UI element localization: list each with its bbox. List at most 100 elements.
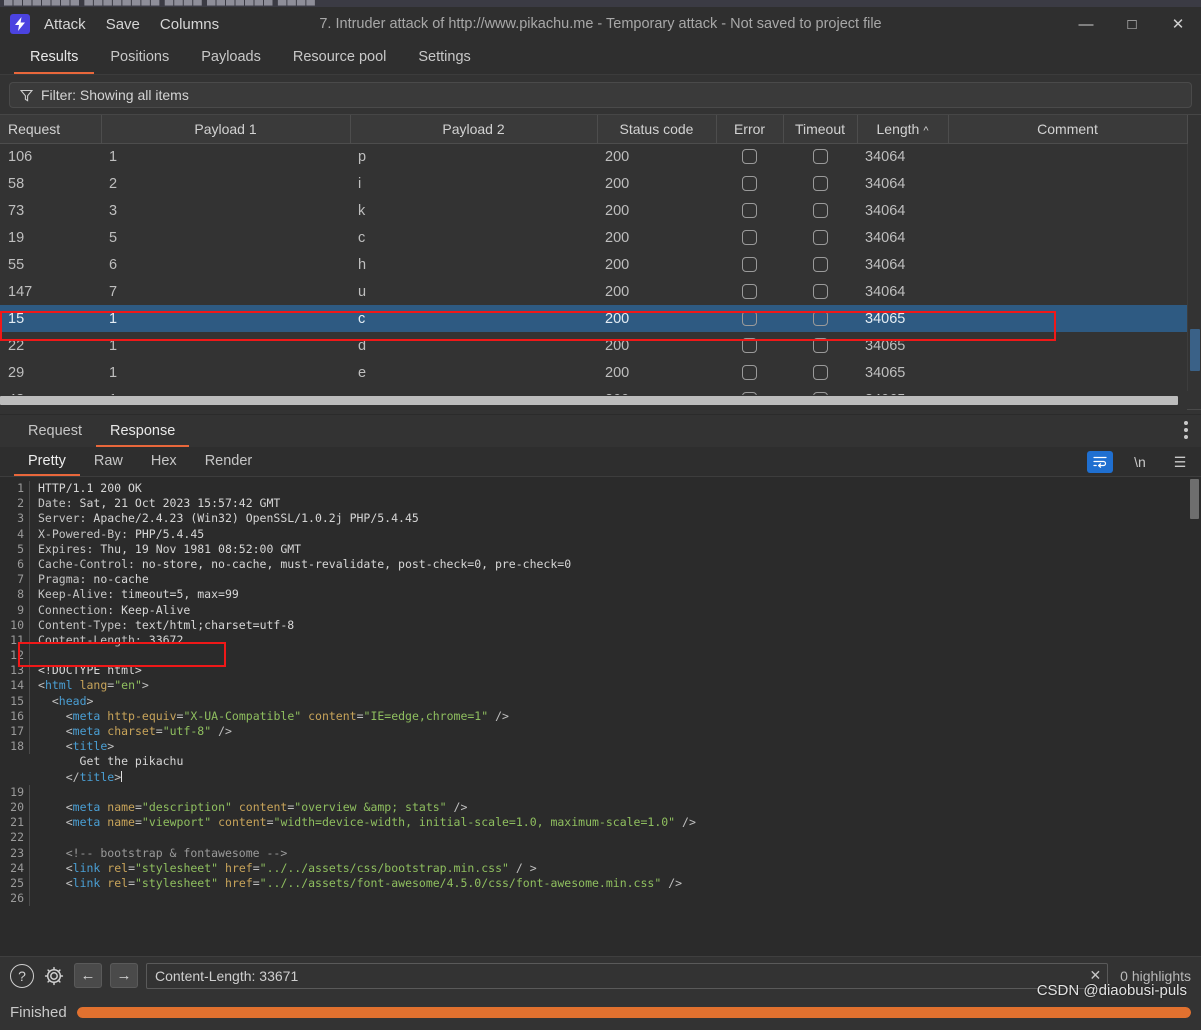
error-checkbox[interactable] bbox=[742, 203, 757, 218]
error-checkbox[interactable] bbox=[742, 311, 757, 326]
close-button[interactable]: ✕ bbox=[1155, 7, 1201, 41]
timeout-checkbox[interactable] bbox=[812, 365, 828, 380]
cell-comment[interactable] bbox=[948, 305, 1187, 332]
cell-comment[interactable] bbox=[948, 143, 1187, 170]
code-line: 4 X-Powered-By: PHP/5.4.45 bbox=[0, 526, 1201, 542]
cell-status-code: 200 bbox=[605, 148, 630, 165]
cell-comment[interactable] bbox=[948, 251, 1187, 278]
col-header-payload-1[interactable]: Payload 1 bbox=[101, 115, 351, 144]
results-horizontal-scrollbar[interactable] bbox=[0, 395, 1201, 407]
tab-render[interactable]: Render bbox=[191, 450, 267, 476]
gear-icon[interactable] bbox=[42, 964, 66, 988]
col-header-request[interactable]: Request bbox=[0, 115, 102, 144]
cell-comment[interactable] bbox=[948, 224, 1187, 251]
cell-timeout bbox=[783, 143, 857, 170]
code-line: 24 <link rel="stylesheet" href="../../as… bbox=[0, 860, 1201, 876]
table-row[interactable]: 22 1 d 200 34065 bbox=[0, 332, 1187, 359]
results-vertical-scrollbar[interactable] bbox=[1187, 144, 1201, 391]
table-row[interactable]: 73 3 k 200 34064 bbox=[0, 197, 1187, 224]
tab-hex[interactable]: Hex bbox=[137, 450, 191, 476]
table-row[interactable]: 147 7 u 200 34064 bbox=[0, 278, 1187, 305]
menu-columns[interactable]: Columns bbox=[160, 16, 219, 33]
cell-error bbox=[716, 143, 783, 170]
tab-resource-pool[interactable]: Resource pool bbox=[277, 45, 403, 74]
table-row[interactable]: 58 2 i 200 34064 bbox=[0, 170, 1187, 197]
col-header-length[interactable]: Length ^ bbox=[857, 115, 949, 144]
cell-timeout bbox=[783, 224, 857, 251]
results-horizontal-scroll-thumb[interactable] bbox=[0, 396, 1178, 405]
cell-comment[interactable] bbox=[948, 359, 1187, 386]
timeout-checkbox[interactable] bbox=[812, 149, 828, 165]
error-checkbox[interactable] bbox=[742, 365, 757, 380]
error-checkbox[interactable] bbox=[742, 257, 757, 272]
response-viewer[interactable]: 1 HTTP/1.1 200 OK 2 Date: Sat, 21 Oct 2023 … bbox=[0, 477, 1201, 956]
timeout-checkbox[interactable] bbox=[812, 257, 828, 272]
table-row[interactable]: 106 1 p 200 34064 bbox=[0, 143, 1187, 170]
col-header-status-code[interactable]: Status code bbox=[597, 115, 717, 144]
cell-request: 22 bbox=[8, 337, 25, 354]
response-vertical-scroll-thumb[interactable] bbox=[1190, 479, 1199, 519]
timeout-checkbox[interactable] bbox=[812, 311, 828, 326]
message-tabs: Request Response bbox=[0, 415, 1201, 447]
timeout-checkbox[interactable] bbox=[812, 284, 828, 299]
timeout-checkbox[interactable] bbox=[812, 338, 828, 353]
tab-positions[interactable]: Positions bbox=[94, 45, 185, 74]
cell-request: 15 bbox=[0, 305, 101, 332]
error-checkbox[interactable] bbox=[742, 284, 757, 299]
results-vertical-scroll-thumb[interactable] bbox=[1190, 329, 1200, 371]
menu-save[interactable]: Save bbox=[106, 16, 140, 33]
tab-request[interactable]: Request bbox=[14, 419, 96, 447]
attack-progress-fill bbox=[76, 1006, 1191, 1018]
timeout-checkbox[interactable] bbox=[812, 230, 828, 245]
cell-status-code: 200 bbox=[605, 229, 630, 246]
tab-response[interactable]: Response bbox=[96, 419, 190, 447]
search-previous-button[interactable]: ← bbox=[74, 963, 102, 988]
maximize-button[interactable]: □ bbox=[1109, 7, 1155, 41]
cell-payload-1: 1 bbox=[109, 364, 118, 381]
menu-attack[interactable]: Attack bbox=[44, 16, 86, 33]
search-input[interactable]: Content-Length: 33671 ✕ bbox=[146, 962, 1109, 989]
response-vertical-scrollbar[interactable] bbox=[1188, 477, 1201, 956]
filter-label: Filter: Showing all items bbox=[41, 87, 189, 103]
filter-bar[interactable]: Filter: Showing all items bbox=[9, 82, 1192, 108]
cell-comment[interactable] bbox=[948, 332, 1187, 359]
error-checkbox[interactable] bbox=[742, 176, 757, 191]
word-wrap-icon[interactable] bbox=[1087, 451, 1113, 473]
timeout-checkbox[interactable] bbox=[812, 203, 828, 218]
tab-raw[interactable]: Raw bbox=[80, 450, 137, 476]
cell-comment[interactable] bbox=[948, 170, 1187, 197]
cell-comment[interactable] bbox=[948, 197, 1187, 224]
window-controls: — □ ✕ bbox=[1063, 7, 1201, 41]
cell-request: 55 bbox=[8, 256, 25, 273]
cell-comment[interactable] bbox=[948, 278, 1187, 305]
tab-pretty[interactable]: Pretty bbox=[14, 450, 80, 476]
title-bar: Attack Save Columns 7. Intruder attack o… bbox=[0, 7, 1201, 41]
code-line: 26 bbox=[0, 891, 1201, 907]
help-icon[interactable]: ? bbox=[10, 963, 34, 988]
table-row-selected[interactable]: 15 1 c 200 34065 bbox=[0, 305, 1187, 332]
col-header-error[interactable]: Error bbox=[716, 115, 784, 144]
results-table-area: Request Payload 1 Payload 2 Status code … bbox=[0, 114, 1201, 413]
code-line: 1 HTTP/1.1 200 OK bbox=[0, 481, 1201, 497]
more-options-icon[interactable] bbox=[1181, 418, 1191, 442]
hamburger-menu-icon[interactable]: ☰ bbox=[1167, 451, 1193, 473]
timeout-checkbox[interactable] bbox=[812, 176, 828, 191]
cell-payload-2: i bbox=[358, 175, 362, 192]
code-line: 16 <meta http-equiv="X-UA-Compatible" co… bbox=[0, 708, 1201, 725]
tab-settings[interactable]: Settings bbox=[402, 45, 486, 74]
newline-icon[interactable]: \n bbox=[1127, 451, 1153, 473]
parent-window-sliver: ▄▄▄▄▄▄▄▄ ▄▄▄▄▄▄▄▄ ▄▄▄▄ ▄▄▄▄▄▄▄ ▄▄▄▄ bbox=[0, 0, 1201, 7]
minimize-button[interactable]: — bbox=[1063, 7, 1109, 41]
col-header-timeout[interactable]: Timeout bbox=[783, 115, 858, 144]
search-next-button[interactable]: → bbox=[110, 963, 138, 988]
error-checkbox[interactable] bbox=[742, 149, 757, 165]
tab-payloads[interactable]: Payloads bbox=[185, 45, 277, 74]
error-checkbox[interactable] bbox=[742, 230, 757, 245]
table-row[interactable]: 55 6 h 200 34064 bbox=[0, 251, 1187, 278]
error-checkbox[interactable] bbox=[742, 338, 757, 353]
tab-results[interactable]: Results bbox=[14, 45, 95, 74]
table-row[interactable]: 19 5 c 200 34064 bbox=[0, 224, 1187, 251]
col-header-comment[interactable]: Comment bbox=[948, 115, 1188, 144]
col-header-payload-2[interactable]: Payload 2 bbox=[350, 115, 598, 144]
table-row[interactable]: 29 1 e 200 34065 bbox=[0, 359, 1187, 386]
